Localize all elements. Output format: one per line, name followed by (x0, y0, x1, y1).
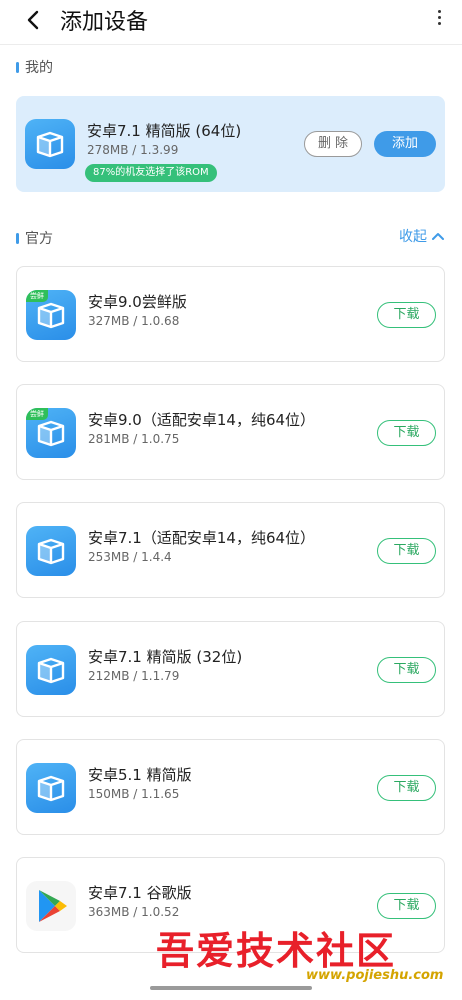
rom-name: 安卓9.0尝鲜版 (88, 293, 187, 311)
section-header-mine: 我的 (16, 57, 53, 77)
back-arrow-icon[interactable] (22, 8, 46, 32)
android-vm-icon (26, 526, 76, 576)
rom-name: 安卓9.0（适配安卓14，纯64位） (88, 411, 316, 429)
android-vm-beta-icon: 尝鲜 (26, 290, 76, 340)
rom-name: 安卓7.1（适配安卓14，纯64位） (88, 529, 316, 547)
home-indicator[interactable] (150, 986, 312, 990)
popularity-badge: 87%的机友选择了该ROM (85, 164, 217, 182)
section-accent-bar (16, 61, 19, 73)
android-vm-icon (26, 645, 76, 695)
rom-meta: 212MB / 1.1.79 (88, 669, 180, 683)
collapse-label: 收起 (399, 229, 427, 245)
rom-meta: 281MB / 1.0.75 (88, 432, 180, 446)
site-watermark: 吾爱技术社区 (156, 928, 397, 973)
rom-meta: 253MB / 1.4.4 (88, 550, 172, 564)
download-button[interactable]: 下载 (377, 657, 436, 683)
page-title: 添加设备 (60, 10, 149, 35)
download-button[interactable]: 下载 (377, 420, 436, 446)
rom-card[interactable]: 尝鲜 安卓9.0（适配安卓14，纯64位） 281MB / 1.0.75 下载 (16, 384, 445, 480)
android-vm-icon (26, 763, 76, 813)
delete-button[interactable]: 删除 (304, 131, 362, 157)
section-title-mine: 我的 (25, 60, 53, 76)
rom-name: 安卓5.1 精简版 (88, 766, 192, 784)
section-accent-bar (16, 232, 19, 244)
rom-meta: 363MB / 1.0.52 (88, 905, 180, 919)
rom-name: 安卓7.1 精简版 (64位) (87, 122, 242, 140)
android-vm-icon (25, 119, 75, 169)
google-play-icon (26, 881, 76, 931)
download-button[interactable]: 下载 (377, 538, 436, 564)
rom-name: 安卓7.1 精简版 (32位) (88, 648, 243, 666)
download-button[interactable]: 下载 (377, 302, 436, 328)
rom-meta: 150MB / 1.1.65 (88, 787, 180, 801)
top-bar: 添加设备 (0, 0, 462, 44)
beta-tag: 尝鲜 (26, 408, 48, 420)
beta-tag: 尝鲜 (26, 290, 48, 302)
download-button[interactable]: 下载 (377, 775, 436, 801)
chevron-up-icon (432, 233, 444, 240)
add-button[interactable]: 添加 (374, 131, 436, 157)
site-watermark-url: www.pojieshu.com (306, 968, 444, 983)
rom-meta: 327MB / 1.0.68 (88, 314, 180, 328)
rom-name: 安卓7.1 谷歌版 (88, 884, 192, 902)
rom-card[interactable]: 安卓7.1 精简版 (32位) 212MB / 1.1.79 下载 (16, 621, 445, 717)
rom-card[interactable]: 尝鲜 安卓9.0尝鲜版 327MB / 1.0.68 下载 (16, 266, 445, 362)
header-divider (0, 44, 462, 45)
download-button[interactable]: 下载 (377, 893, 436, 919)
rom-meta: 278MB / 1.3.99 (87, 143, 179, 157)
more-options-icon[interactable] (436, 10, 442, 30)
rom-card[interactable]: 安卓7.1（适配安卓14，纯64位） 253MB / 1.4.4 下载 (16, 502, 445, 598)
my-rom-card[interactable]: 安卓7.1 精简版 (64位) 278MB / 1.3.99 87%的机友选择了… (16, 96, 445, 192)
collapse-toggle[interactable]: 收起 (399, 226, 444, 246)
section-title-official: 官方 (25, 231, 53, 247)
section-header-official: 官方 (16, 228, 53, 248)
rom-card[interactable]: 安卓5.1 精简版 150MB / 1.1.65 下载 (16, 739, 445, 835)
android-vm-beta-icon: 尝鲜 (26, 408, 76, 458)
